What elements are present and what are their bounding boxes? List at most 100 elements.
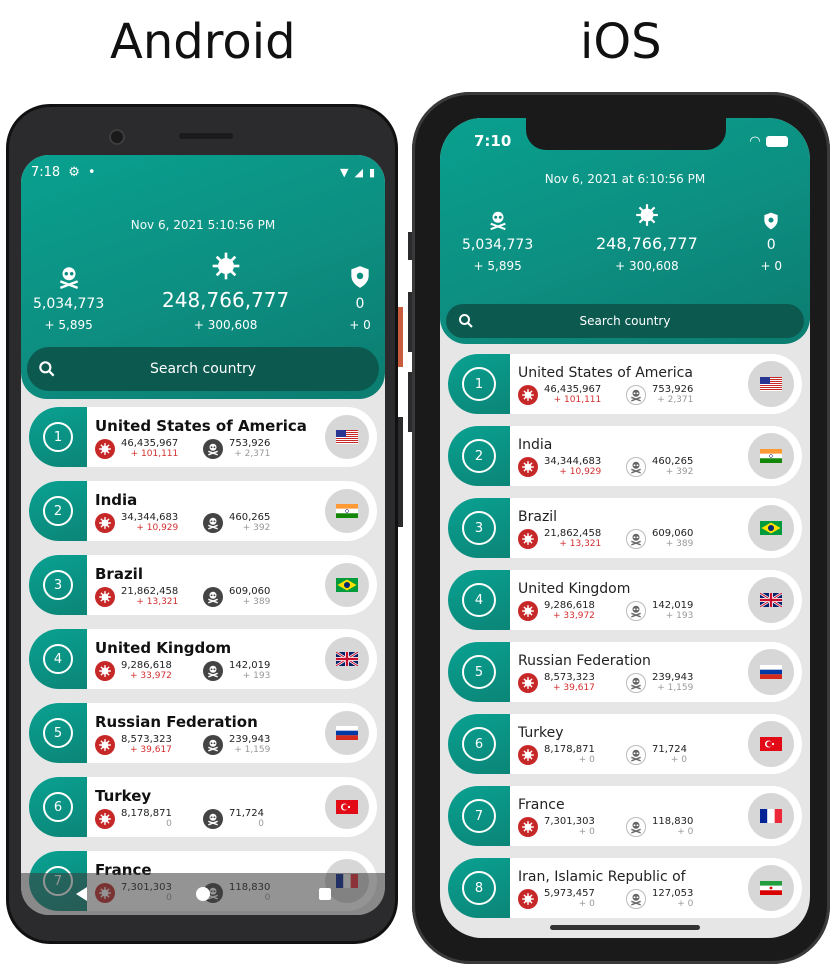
cases-figure: 46,435,967 + 101,111 xyxy=(95,438,203,459)
virus-icon xyxy=(518,600,538,621)
summary-header: 7:10 ◠ Nov 6, 2021 at 6:10:56 PM 5,034,7… xyxy=(440,118,810,344)
deaths-total: 5,034,773 xyxy=(462,237,534,253)
country-name: United States of America xyxy=(95,417,307,435)
row-figures: 8,573,323 + 39,617 239,943 + 1,159 xyxy=(518,672,748,693)
recovered-delta: + 0 xyxy=(349,318,371,332)
rank-number: 5 xyxy=(462,655,496,689)
flag-gb-icon xyxy=(325,637,369,681)
rank-badge: 1 xyxy=(448,354,510,414)
recovered-total: 0 xyxy=(355,296,365,312)
deaths-delta: + 5,895 xyxy=(473,259,522,273)
row-body: United Kingdom 9,286,618 + 33,972 142,01… xyxy=(510,579,748,621)
camera xyxy=(109,129,125,145)
row-figures: 5,973,457 + 0 127,053 + 0 xyxy=(518,888,748,909)
flag-br-icon xyxy=(325,563,369,607)
country-row[interactable]: 6 Turkey 8,178,871 0 71,724 0 xyxy=(29,777,377,837)
rank-badge: 4 xyxy=(29,629,87,689)
search-input[interactable]: Search country xyxy=(446,304,804,338)
cases-figure: 21,862,458 + 13,321 xyxy=(95,586,203,607)
cases-figure: 8,573,323 + 39,617 xyxy=(95,734,203,755)
country-row[interactable]: 6 Turkey 8,178,871 + 0 71,724 + 0 xyxy=(448,714,802,774)
country-cases-delta: + 39,617 xyxy=(553,683,595,693)
search-input[interactable]: Search country xyxy=(27,347,379,391)
country-row[interactable]: 4 United Kingdom 9,286,618 + 33,972 142,… xyxy=(448,570,802,630)
home-indicator[interactable] xyxy=(550,925,700,930)
country-deaths: 127,053 xyxy=(652,888,694,899)
stat-deaths: 5,034,773 + 5,895 xyxy=(462,209,533,273)
rank-badge: 1 xyxy=(29,407,87,467)
country-row[interactable]: 3 Brazil 21,862,458 + 13,321 609,060 + 3… xyxy=(29,555,377,615)
deaths-figure: 71,724 0 xyxy=(203,808,311,829)
row-figures: 9,286,618 + 33,972 142,019 + 193 xyxy=(95,660,325,681)
row-body: Turkey 8,178,871 0 71,724 0 xyxy=(87,785,325,829)
recents-icon[interactable] xyxy=(318,888,331,900)
row-figures: 9,286,618 + 33,972 142,019 + 193 xyxy=(518,600,748,621)
country-deaths: 460,265 xyxy=(229,512,271,523)
country-row[interactable]: 7 France 7,301,303 + 0 118,830 + 0 xyxy=(448,786,802,846)
country-row[interactable]: 2 India 34,344,683 + 10,929 460,265 + 39… xyxy=(29,481,377,541)
virus-icon xyxy=(95,808,115,829)
flag-ru-icon xyxy=(325,711,369,755)
country-row[interactable]: 1 United States of America 46,435,967 + … xyxy=(448,354,802,414)
flag-us-icon xyxy=(325,415,369,459)
country-row[interactable]: 8 Iran, Islamic Republic of 5,973,457 + … xyxy=(448,858,802,918)
ios-title: iOS xyxy=(580,14,662,70)
country-deaths: 609,060 xyxy=(652,528,694,539)
country-cases-delta: + 10,929 xyxy=(559,467,602,477)
ios-screen: 7:10 ◠ Nov 6, 2021 at 6:10:56 PM 5,034,7… xyxy=(440,118,810,938)
country-row[interactable]: 5 Russian Federation 8,573,323 + 39,617 xyxy=(448,642,802,702)
country-row[interactable]: 5 Russian Federation 8,573,323 + 39,617 xyxy=(29,703,377,763)
country-cases: 9,286,618 xyxy=(544,600,595,611)
country-name: Russian Federation xyxy=(95,713,258,731)
cases-figure: 5,973,457 + 0 xyxy=(518,888,626,909)
deaths-figure: 609,060 + 389 xyxy=(626,528,734,549)
virus-icon xyxy=(95,660,115,681)
virus-icon xyxy=(518,672,538,693)
cases-total: 248,766,777 xyxy=(162,288,290,312)
virus-icon xyxy=(95,438,115,459)
virus-icon xyxy=(518,384,538,405)
row-figures: 8,178,871 + 0 71,724 + 0 xyxy=(518,744,748,765)
shield-icon xyxy=(760,211,782,231)
battery-icon xyxy=(766,135,788,147)
flag-br-icon xyxy=(748,505,794,551)
ios-phone: 7:10 ◠ Nov 6, 2021 at 6:10:56 PM 5,034,7… xyxy=(408,92,830,964)
virus-icon xyxy=(95,586,115,607)
country-deaths: 239,943 xyxy=(229,734,271,745)
home-icon[interactable] xyxy=(195,887,210,901)
country-row[interactable]: 3 Brazil 21,862,458 + 13,321 609,060 + 3… xyxy=(448,498,802,558)
country-deaths: 71,724 xyxy=(229,808,264,819)
country-row[interactable]: 1 United States of America 46,435,967 + … xyxy=(29,407,377,467)
android-nav-bar xyxy=(21,873,385,915)
row-figures: 46,435,967 + 101,111 753,926 + 2,371 xyxy=(518,384,748,405)
rank-number: 3 xyxy=(43,570,73,600)
volume-button xyxy=(398,417,403,527)
deaths-figure: 142,019 + 193 xyxy=(626,600,734,621)
country-cases: 46,435,967 xyxy=(121,438,179,449)
country-name: Iran, Islamic Republic of xyxy=(518,869,686,885)
cases-figure: 8,178,871 0 xyxy=(95,808,203,829)
country-row[interactable]: 2 India 34,344,683 + 10,929 460,265 + 39… xyxy=(448,426,802,486)
country-name: Turkey xyxy=(95,787,152,805)
rank-badge: 3 xyxy=(29,555,87,615)
virus-icon xyxy=(162,250,289,282)
country-deaths: 753,926 xyxy=(229,438,271,449)
country-deaths: 142,019 xyxy=(652,600,694,611)
skull-icon xyxy=(203,660,223,681)
country-cases: 21,862,458 xyxy=(121,586,179,597)
update-datetime: Nov 6, 2021 at 6:10:56 PM xyxy=(544,172,706,186)
summary-header: 7:18 ⚙ • ▼ ◢ ▮ Nov 6, 2021 5:10:56 PM 5,… xyxy=(21,155,385,399)
skull-icon xyxy=(626,456,646,477)
country-name: United Kingdom xyxy=(518,581,631,597)
back-icon[interactable] xyxy=(75,887,87,901)
recovered-delta: + 0 xyxy=(760,259,782,273)
deaths-figure: 127,053 + 0 xyxy=(626,888,734,909)
deaths-figure: 142,019 + 193 xyxy=(203,660,311,681)
country-row[interactable]: 4 United Kingdom 9,286,618 + 33,972 142,… xyxy=(29,629,377,689)
country-deaths: 118,830 xyxy=(652,816,694,827)
country-deaths-delta: + 389 xyxy=(242,597,271,607)
skull-icon xyxy=(626,744,646,765)
country-cases-delta: + 39,617 xyxy=(130,745,172,755)
country-cases-delta: 0 xyxy=(166,819,172,829)
volume-up-button xyxy=(408,292,412,352)
